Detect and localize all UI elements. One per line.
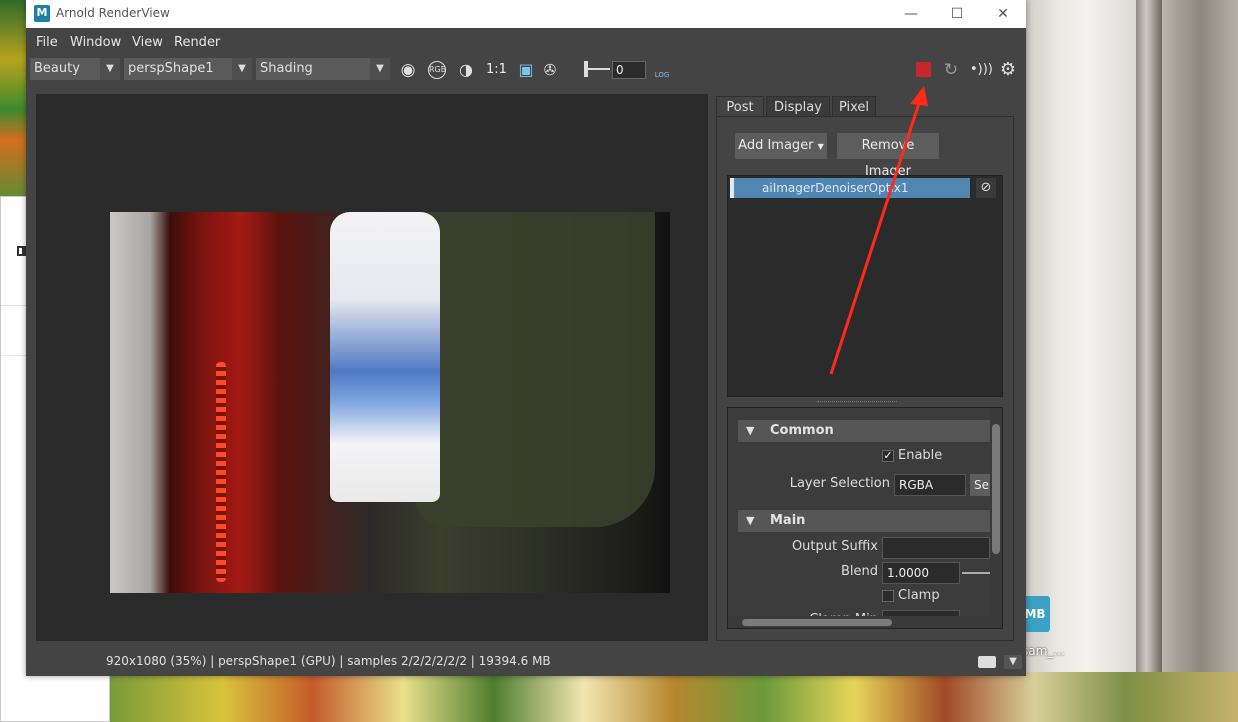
- shading-dropdown-value: Shading: [260, 61, 313, 76]
- chevron-down-icon: ▼: [370, 58, 390, 80]
- shading-dropdown[interactable]: Shading ▼: [256, 58, 390, 80]
- exposure-slider-handle[interactable]: [584, 61, 588, 77]
- post-tab-content: Add Imager ▼ Remove Imager aiImagerDenoi…: [716, 116, 1014, 641]
- imager-list-item[interactable]: aiImagerDenoiserOptix1: [730, 178, 970, 198]
- exposure-icon[interactable]: ✇: [540, 60, 560, 80]
- render-coat: [415, 212, 655, 527]
- status-text: 920x1080 (35%) | perspShape1 (GPU) | sam…: [106, 654, 551, 668]
- settings-panel: Post Display Pixel Add Imager ▼ Remove I…: [716, 94, 1014, 641]
- tab-pixel[interactable]: Pixel: [832, 96, 876, 117]
- desktop-wall-right: [1026, 0, 1238, 722]
- section-common-label: Common: [770, 423, 834, 438]
- collapse-triangle-icon: ▼: [746, 514, 755, 527]
- layer-selection-select-button[interactable]: Se: [970, 474, 990, 496]
- render-led-strip: [216, 362, 226, 582]
- alpha-channel-icon[interactable]: ◑: [456, 60, 476, 80]
- window-title: Arnold RenderView: [56, 6, 170, 20]
- remove-imager-button[interactable]: Remove Imager: [837, 133, 939, 179]
- desktop-painting-bottom: [110, 672, 1238, 722]
- vertical-scrollbar[interactable]: [990, 408, 1002, 628]
- tab-display[interactable]: Display: [766, 96, 830, 117]
- render-viewport[interactable]: [36, 94, 708, 641]
- collapse-triangle-icon: ▼: [746, 424, 755, 437]
- enable-label: Enable: [898, 448, 943, 463]
- ipr-broadcast-icon[interactable]: •))): [970, 60, 993, 80]
- aov-dropdown[interactable]: Beauty ▼: [30, 58, 120, 80]
- menu-render[interactable]: Render: [174, 35, 220, 50]
- settings-gear-icon[interactable]: ⚙: [998, 60, 1018, 80]
- log-icon[interactable]: LOG: [652, 60, 672, 80]
- camera-dropdown-value: perspShape1: [128, 61, 214, 76]
- renderview-window: M Arnold RenderView — ☐ ✕ File Window Vi…: [26, 0, 1026, 676]
- chevron-down-icon: ▼: [100, 58, 120, 80]
- add-imager-button[interactable]: Add Imager ▼: [735, 133, 827, 159]
- output-suffix-label: Output Suffix: [791, 539, 878, 554]
- chevron-down-icon: ▼: [232, 58, 252, 80]
- close-icon[interactable]: ✕: [988, 4, 1018, 24]
- menu-view[interactable]: View: [132, 35, 163, 50]
- maximize-icon[interactable]: ☐: [942, 4, 972, 24]
- horizontal-scrollbar-thumb[interactable]: [742, 619, 892, 626]
- section-main-header[interactable]: ▼ Main: [738, 510, 992, 532]
- vertical-scrollbar-thumb[interactable]: [992, 424, 1000, 554]
- layer-selection-label: Layer Selection: [789, 476, 890, 491]
- zoom-ratio-button[interactable]: 1:1: [486, 60, 507, 80]
- output-suffix-field[interactable]: [882, 537, 990, 559]
- layer-selection-field[interactable]: RGBA: [894, 474, 966, 496]
- attribute-editor: ▼ Common ✓ Enable Layer Selection RGBA S…: [727, 407, 1003, 629]
- horizontal-scrollbar[interactable]: [728, 616, 990, 628]
- snapshot-camera-icon[interactable]: [978, 656, 996, 668]
- minimize-icon[interactable]: —: [896, 4, 926, 24]
- menubar: File Window View Render: [26, 30, 1026, 54]
- blend-field[interactable]: 1.0000: [882, 562, 960, 584]
- refresh-render-icon[interactable]: ↻: [941, 60, 961, 80]
- status-bar: 920x1080 (35%) | perspShape1 (GPU) | sam…: [26, 654, 1026, 672]
- window-titlebar: M Arnold RenderView — ☐ ✕: [26, 0, 1026, 28]
- clamp-checkbox[interactable]: [882, 590, 894, 602]
- rgb-channel-icon[interactable]: RGB: [428, 61, 446, 79]
- aov-dropdown-value: Beauty: [34, 61, 80, 76]
- imager-list: aiImagerDenoiserOptix1 ⊘: [727, 175, 1003, 397]
- menu-file[interactable]: File: [36, 35, 58, 50]
- tab-post[interactable]: Post: [716, 96, 764, 117]
- rendered-image: [110, 212, 670, 593]
- chevron-down-icon[interactable]: ▼: [1004, 655, 1022, 669]
- blend-label: Blend: [840, 564, 878, 579]
- maya-app-icon: M: [34, 5, 50, 22]
- blend-slider[interactable]: [962, 572, 990, 574]
- toolbar: Beauty ▼ perspShape1 ▼ Shading ▼ ◉ RGB ◑…: [26, 56, 1026, 84]
- frame-icon[interactable]: ▣: [516, 60, 536, 80]
- desktop-file-label[interactable]: sam_...: [1022, 644, 1065, 658]
- disable-icon[interactable]: ⊘: [976, 178, 996, 198]
- caret-down-icon: ▼: [817, 142, 824, 151]
- enable-checkbox[interactable]: ✓: [882, 450, 894, 462]
- stop-render-button[interactable]: [916, 62, 931, 77]
- clamp-label: Clamp: [898, 588, 940, 603]
- panel-splitter[interactable]: [817, 401, 897, 404]
- camera-dropdown[interactable]: perspShape1 ▼: [124, 58, 252, 80]
- desktop-wall-trim: [1136, 0, 1162, 722]
- add-imager-label: Add Imager: [738, 138, 814, 153]
- exposure-input[interactable]: 0: [612, 61, 646, 79]
- render-region-icon[interactable]: ◉: [398, 60, 418, 80]
- menu-window[interactable]: Window: [70, 35, 121, 50]
- section-common-header[interactable]: ▼ Common: [738, 420, 992, 442]
- section-main-label: Main: [770, 513, 806, 528]
- exposure-slider-track[interactable]: [586, 68, 610, 70]
- render-character: [330, 212, 440, 502]
